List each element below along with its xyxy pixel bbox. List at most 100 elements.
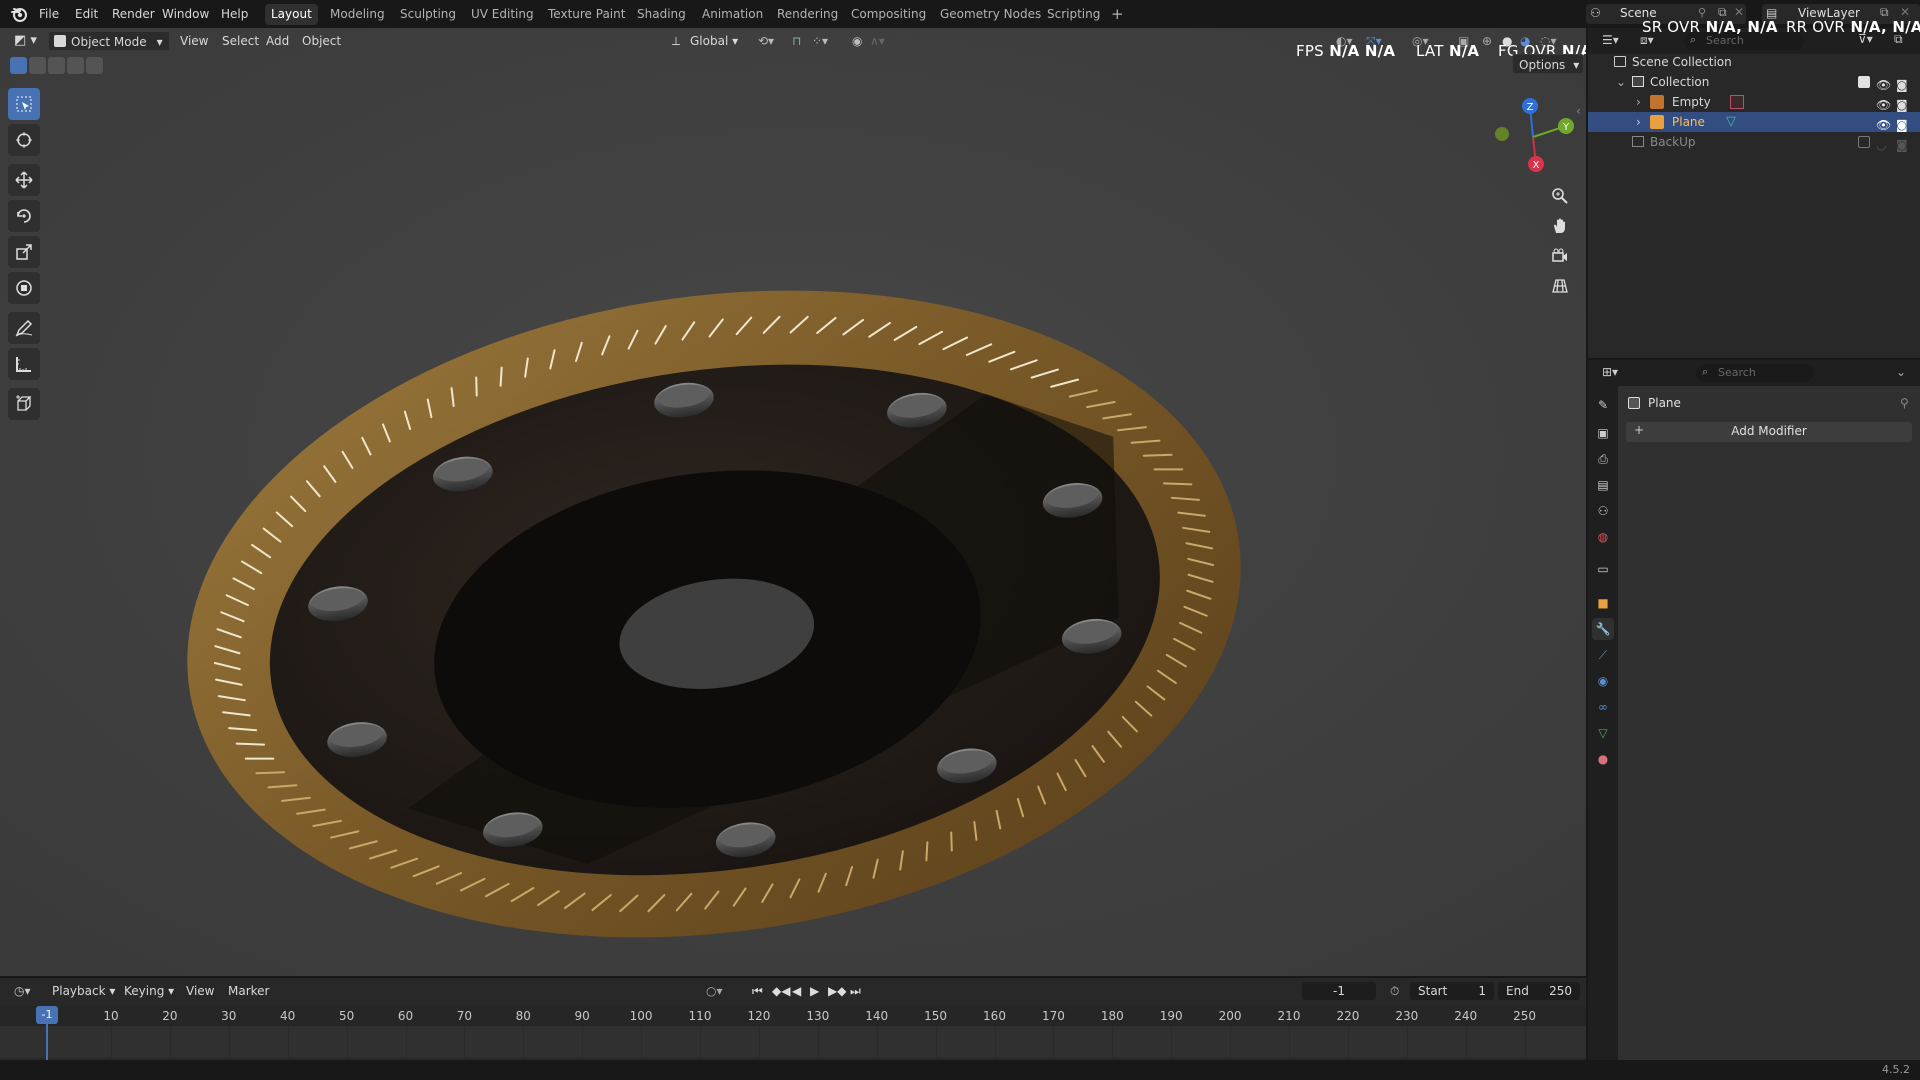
auto-keying-icon[interactable]: ○▾ [700,981,729,1001]
jump-end-icon[interactable]: ⏭ [844,981,867,1001]
measure-tool[interactable] [8,348,40,380]
tab-render[interactable]: ▣ [1592,422,1614,444]
tab-scene[interactable]: ⚇ [1592,500,1614,522]
menu-help[interactable]: Help [215,5,254,23]
scale-tool[interactable] [8,236,40,268]
pivot-point-icon[interactable]: ⟲▾ [752,31,780,51]
camera-view-button[interactable] [1546,242,1574,270]
tab-output[interactable]: ⎙ [1592,448,1614,470]
close-scene-icon[interactable]: ✕ [1734,5,1744,19]
viewport-scene-render[interactable] [0,28,1586,976]
snap-target-icon[interactable]: ⁘▾ [806,31,834,51]
tab-collection[interactable]: ▭ [1592,558,1614,580]
transform-orientation-dropdown[interactable]: ⟂ Global ▾ [668,31,744,51]
expand-chevron-icon[interactable]: ⌄ [1616,72,1626,92]
timeline-menu-keying[interactable]: Keying ▾ [118,981,180,1001]
annotate-tool[interactable] [8,312,40,344]
falloff-icon[interactable]: ∧▾ [864,31,891,51]
timeline-menu-view[interactable]: View [180,981,220,1001]
outliner-row-collection[interactable]: ⌄ Collection 👁 ◙ [1588,72,1920,92]
tab-geometry-nodes[interactable]: Geometry Nodes [934,4,1047,25]
tab-animation[interactable]: Animation [696,4,769,25]
mode-dropdown[interactable]: Object Mode ▾ [48,31,170,51]
stopwatch-icon[interactable]: ⏱ [1384,981,1405,1001]
outliner-row-backup[interactable]: BackUp ◡ ◙ [1588,132,1920,152]
properties-editor-type-icon[interactable]: ⊞▾ [1602,365,1618,379]
tab-shading[interactable]: Shading [631,4,692,25]
pan-button[interactable] [1546,212,1574,240]
tab-object[interactable]: ■ [1592,592,1614,614]
chevron-down-icon[interactable]: ⌄ [1896,365,1906,379]
cursor-tool[interactable] [8,124,40,156]
menu-render[interactable]: Render [106,5,161,23]
tab-texture-paint[interactable]: Texture Paint [542,4,631,25]
sidebar-toggle-chevron-icon[interactable]: ‹ [1576,104,1581,118]
pin-icon[interactable]: ⚲ [1900,396,1909,410]
blender-logo-icon[interactable] [10,5,28,23]
timeline-ruler[interactable]: 10 20 30 40 50 60 70 80 90 100 110 120 130 140 150 160 1… [0,1006,1586,1026]
select-invert-icon[interactable] [67,57,84,74]
tab-modeling[interactable]: Modeling [324,4,391,25]
expand-chevron-icon[interactable]: › [1636,112,1641,132]
tab-view-layer[interactable]: ▤ [1592,474,1614,496]
properties-search-field[interactable]: ⌕ Search [1696,364,1814,382]
tab-tool[interactable]: ✎ [1592,394,1614,416]
tab-layout[interactable]: Layout [265,4,318,25]
add-modifier-button[interactable]: + Add Modifier [1626,422,1912,442]
select-new-icon[interactable] [10,57,27,74]
start-frame-field[interactable]: Start 1 [1410,982,1494,1000]
current-frame-field[interactable]: -1 [1302,982,1376,1000]
viewport-menu-view[interactable]: View [174,31,214,51]
collection-checkbox[interactable] [1858,76,1870,88]
snap-icon[interactable]: ⊓ [786,31,807,51]
viewport-menu-object[interactable]: Object [296,31,347,51]
tab-modifiers[interactable]: 🔧 [1592,618,1614,640]
add-workspace-button[interactable]: + [1105,4,1130,25]
menu-file[interactable]: File [33,5,65,23]
viewport-menu-add[interactable]: Add [260,31,295,51]
wireframe-shading-icon[interactable]: ⊕ [1476,31,1498,51]
select-subtract-icon[interactable] [48,57,65,74]
zoom-button[interactable] [1546,182,1574,210]
playhead[interactable]: -1 [36,1006,58,1060]
eye-icon[interactable]: ◡ [1876,135,1886,155]
close-view-layer-icon[interactable]: ✕ [1900,5,1910,19]
tab-constraints[interactable]: ∞ [1592,696,1614,718]
timeline-editor-type-icon[interactable]: ◷▾ [8,981,37,1001]
tab-scripting[interactable]: Scripting [1041,4,1106,25]
expand-chevron-icon[interactable]: › [1636,92,1641,112]
outliner-row-scene-collection[interactable]: Scene Collection [1588,52,1920,72]
timeline-menu-playback[interactable]: Playback ▾ [46,981,121,1001]
menu-edit[interactable]: Edit [69,5,104,23]
camera-render-icon[interactable]: ◙ [1896,135,1908,155]
tab-world[interactable]: ◍ [1592,526,1614,548]
gizmo-y-negative[interactable] [1495,127,1509,141]
options-dropdown[interactable]: Options ▾ [1512,54,1585,74]
outliner-row-plane[interactable]: › Plane ▽ 👁 ◙ [1588,112,1920,132]
navigation-gizmo[interactable]: Z Y X [1488,92,1578,182]
tab-particles[interactable]: ⟋ [1592,644,1614,666]
editor-type-icon[interactable]: ◩ ▾ [8,31,43,51]
tab-rendering[interactable]: Rendering [771,4,844,25]
select-intersect-icon[interactable] [86,57,103,74]
add-cube-tool[interactable] [8,388,40,420]
tab-material[interactable]: ● [1592,748,1614,770]
3d-viewport[interactable]: ◩ ▾ Object Mode ▾ View Select Add Object… [0,28,1586,976]
tab-uv-editing[interactable]: UV Editing [465,4,540,25]
select-extend-icon[interactable] [29,57,46,74]
viewport-menu-select[interactable]: Select [216,31,265,51]
tab-sculpting[interactable]: Sculpting [394,4,462,25]
outliner-editor-type-icon[interactable]: ☰▾ [1602,33,1619,47]
menu-window[interactable]: Window [156,5,215,23]
end-frame-field[interactable]: End 250 [1498,982,1580,1000]
tab-compositing[interactable]: Compositing [845,4,932,25]
perspective-toggle-button[interactable] [1546,272,1574,300]
tab-physics[interactable]: ◉ [1592,670,1614,692]
move-tool[interactable] [8,164,40,196]
rotate-tool[interactable] [8,200,40,232]
collection-checkbox[interactable] [1858,136,1870,148]
select-box-tool[interactable] [8,88,40,120]
transform-tool[interactable] [8,272,40,304]
timeline-tracks[interactable] [0,1026,1586,1058]
outliner-row-empty[interactable]: › Empty 👁 ◙ [1588,92,1920,112]
